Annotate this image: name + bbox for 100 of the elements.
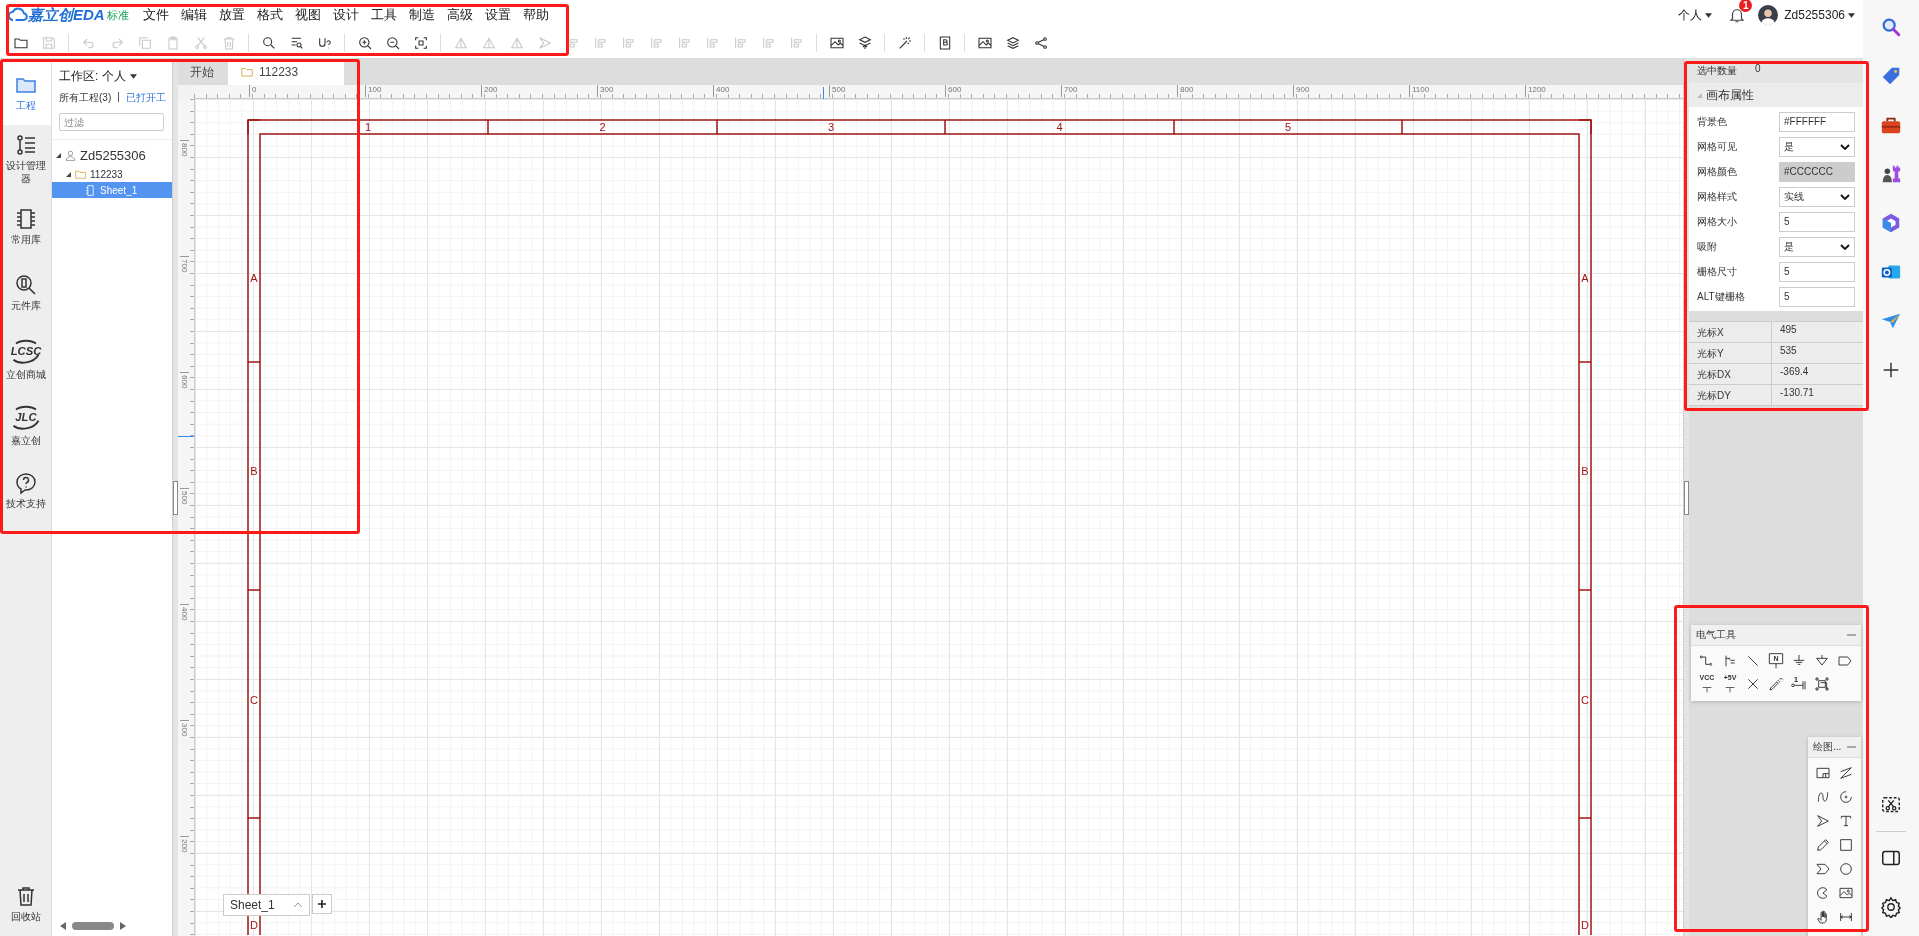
expand-triangle-icon[interactable]: [56, 152, 61, 158]
section-header[interactable]: 画布属性: [1689, 83, 1863, 107]
zone-label: C: [250, 694, 258, 706]
table-cell-text: -130.71: [1779, 386, 1815, 400]
zone-label: 3: [827, 121, 835, 133]
ruler-label: 700: [180, 256, 189, 273]
ruler-label: 500: [829, 85, 846, 97]
menu-item[interactable]: 工具: [364, 6, 403, 24]
user-icon: [64, 148, 77, 162]
wire-icon: [1699, 653, 1715, 669]
field-label: ALT键栅格: [1697, 289, 1745, 304]
bus-icon: [1722, 653, 1738, 669]
menu-item[interactable]: 设计: [326, 6, 365, 24]
ruler-label: 400: [180, 604, 189, 621]
input-field[interactable]: 5: [1779, 211, 1855, 232]
caret-up-icon[interactable]: [292, 902, 303, 908]
curve-icon: [1815, 789, 1831, 805]
menu-item[interactable]: 格式: [250, 6, 289, 24]
avatar[interactable]: [1758, 5, 1779, 25]
chip-search-icon: [13, 272, 38, 297]
sheet-tab[interactable]: Sheet_1: [223, 894, 310, 916]
swirl-icon[interactable]: [1880, 212, 1902, 234]
input-field[interactable]: 5: [1779, 286, 1855, 307]
menu-item[interactable]: 高级: [440, 6, 479, 24]
pin-tool[interactable]: 1: [1788, 673, 1810, 695]
recycle-bin-item[interactable]: 回收站: [0, 870, 51, 936]
flag-tag-icon: [1837, 653, 1853, 669]
pencil-icon: [1815, 837, 1831, 853]
select-field[interactable]: 实线: [1779, 186, 1855, 207]
arc-icon: [1838, 789, 1854, 805]
menu-item[interactable]: 放置: [212, 6, 251, 24]
chevron-icon: [1815, 861, 1831, 877]
settings-icon[interactable]: [1880, 896, 1902, 918]
sidebar-item[interactable]: JLC 嘉立创: [0, 391, 51, 457]
sidebar-item[interactable]: 常用库: [0, 193, 51, 259]
table-cell: 光标X: [1689, 322, 1772, 342]
table-cell: 光标Y: [1689, 343, 1772, 363]
text-icon: [1838, 813, 1854, 829]
zone-label: A: [250, 272, 258, 284]
right-arrow-icon[interactable]: [120, 922, 126, 930]
ruler-label: 900: [1293, 85, 1310, 97]
add-sheet-button[interactable]: [311, 894, 332, 914]
image-icon: [1838, 885, 1854, 901]
sidebar-item[interactable]: 元件库: [0, 259, 51, 325]
sidebar-item[interactable]: 技术支持: [0, 457, 51, 523]
all-projects-link[interactable]: 所有工程(3): [59, 91, 112, 105]
menu-item[interactable]: 制造: [402, 6, 441, 24]
table-cell-text: -369.4: [1779, 365, 1810, 379]
user-menu[interactable]: Zd5255306: [1784, 8, 1855, 22]
ruler-label: 600: [945, 85, 962, 97]
opened-projects-link[interactable]: 已打开工: [125, 91, 166, 105]
menu-item[interactable]: 文件: [136, 6, 175, 24]
ruler-label: 0: [249, 85, 257, 97]
editor-tab[interactable]: 开始: [178, 59, 228, 85]
field-label: 栅格尺寸: [1697, 264, 1737, 279]
sidebar-item[interactable]: 设计管理器: [0, 125, 51, 193]
workspace-dropdown[interactable]: 个人: [1678, 6, 1713, 24]
folder-icon: [240, 65, 254, 79]
zone-label: 1: [364, 121, 372, 133]
input-field[interactable]: 5: [1779, 261, 1855, 282]
select-field[interactable]: 是: [1779, 136, 1855, 157]
caret-icon: [1705, 12, 1713, 18]
ruler-label: 1200: [1525, 85, 1546, 97]
tree-item[interactable]: 112233: [52, 166, 172, 182]
chevron-down-icon: [1840, 243, 1850, 250]
splitter[interactable]: [172, 59, 178, 936]
color-field[interactable]: #CCCCCC: [1779, 161, 1855, 182]
probe-icon: [1768, 676, 1784, 692]
menu-item[interactable]: 编辑: [174, 6, 213, 24]
menu-item[interactable]: 视图: [288, 6, 327, 24]
search-icon[interactable]: [1880, 16, 1902, 38]
chevron-down-icon: [1840, 143, 1850, 150]
input-field[interactable]: #FFFFFF: [1779, 111, 1855, 132]
menu-item[interactable]: 帮助: [516, 6, 555, 24]
panel-title: 绘图...: [1813, 740, 1842, 754]
selected-count: 0: [1755, 62, 1761, 74]
ruler-label: 600: [180, 372, 189, 389]
sidebar-item[interactable]: LCSC 立创商城: [0, 325, 51, 391]
menu-item[interactable]: 设置: [478, 6, 517, 24]
field-label: 网格可见: [1697, 139, 1737, 154]
expand-triangle-icon[interactable]: [66, 171, 71, 177]
ruler-label: 400: [713, 85, 730, 97]
tree-item[interactable]: Zd5255306: [52, 144, 172, 166]
ruler-label: 700: [1061, 85, 1078, 97]
field-label: 网格样式: [1697, 189, 1737, 204]
group-box-icon: [1814, 676, 1830, 692]
net-label-icon: [1768, 653, 1784, 669]
scrollbar-thumb[interactable]: [72, 922, 114, 930]
workspace-selector[interactable]: 工作区: 个人: [52, 59, 172, 91]
zone-label: B: [1581, 465, 1589, 477]
left-arrow-icon[interactable]: [60, 922, 66, 930]
tag-icon[interactable]: [1880, 65, 1902, 87]
field-label: 网格颜色: [1697, 164, 1737, 179]
select-field[interactable]: 是: [1779, 236, 1855, 257]
filter-field[interactable]: 过滤: [59, 113, 164, 131]
cross-icon: [1745, 676, 1761, 692]
ruler-label: 300: [597, 85, 614, 97]
table-cell-text: 535: [1779, 344, 1798, 358]
chess-pieces-icon[interactable]: [1880, 163, 1902, 185]
sheet-icon: [84, 183, 97, 197]
